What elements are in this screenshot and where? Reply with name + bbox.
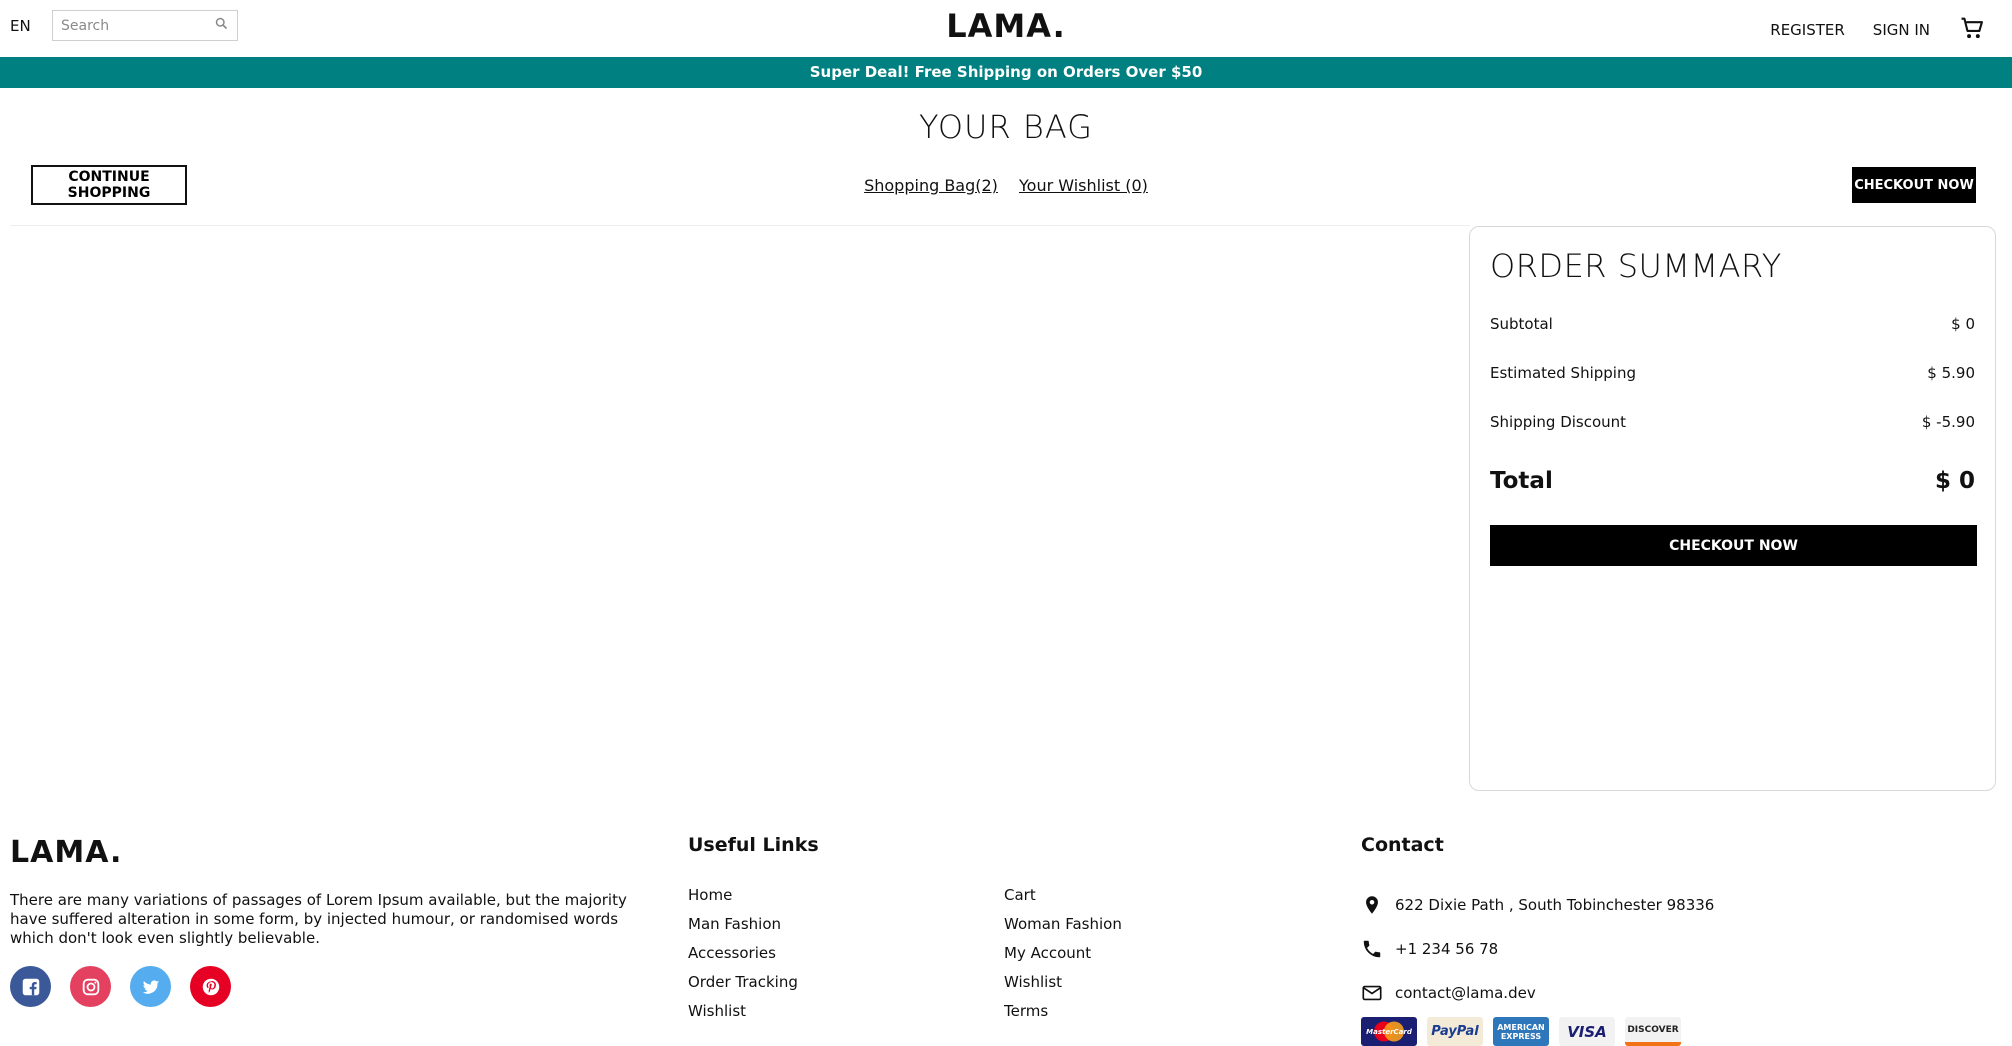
useful-links-title: Useful Links [688,834,819,856]
summary-row-subtotal: Subtotal $ 0 [1490,315,1975,364]
useful-links-right: Cart Woman Fashion My Account Wishlist T… [1004,886,1122,1031]
signin-link[interactable]: SIGN IN [1873,21,1930,39]
social-links [10,966,231,1007]
checkout-now-button[interactable]: CHECKOUT NOW [1490,525,1977,566]
contact-title: Contact [1361,834,1444,856]
footer-link-accessories[interactable]: Accessories [688,944,798,973]
summary-row-total: Total $ 0 [1490,468,1975,525]
announcement-bar: Super Deal! Free Shipping on Orders Over… [0,57,2012,88]
contact-email-text[interactable]: contact@lama.dev [1395,984,1536,1002]
facebook-icon [22,978,39,995]
visa-icon: VISA [1559,1017,1615,1046]
footer-link-order-tracking[interactable]: Order Tracking [688,973,798,1002]
site-logo[interactable]: LAMA. [0,7,2012,45]
summary-row-discount: Shipping Discount $ -5.90 [1490,413,1975,462]
contact-address-text: 622 Dixie Path , South Tobinchester 9833… [1395,896,1715,914]
instagram-button[interactable] [70,966,111,1007]
summary-row-shipping: Estimated Shipping $ 5.90 [1490,364,1975,413]
location-pin-icon [1366,896,1378,914]
contact-email: contact@lama.dev [1361,971,1714,1015]
order-summary-title: ORDER SUMMARY [1490,247,1782,285]
twitter-icon [142,979,159,994]
pinterest-button[interactable] [190,966,231,1007]
summary-value: $ 5.90 [1927,364,1975,382]
bag-links: Shopping Bag(2) Your Wishlist (0) [0,176,2012,195]
footer-link-terms[interactable]: Terms [1004,1002,1122,1031]
footer-link-home[interactable]: Home [688,886,798,915]
total-label: Total [1490,468,1553,494]
paypal-icon: PayPal [1427,1017,1483,1046]
instagram-icon [82,978,99,995]
facebook-button[interactable] [10,966,51,1007]
checkout-now-button-top[interactable]: CHECKOUT NOW [1852,167,1976,203]
footer-link-man-fashion[interactable]: Man Fashion [688,915,798,944]
navbar: EN LAMA. REGISTER SIGN IN [0,0,2012,57]
navbar-right: REGISTER SIGN IN [1770,14,1986,46]
shopping-bag-link[interactable]: Shopping Bag(2) [864,176,998,195]
useful-links-left: Home Man Fashion Accessories Order Track… [688,886,798,1031]
footer-link-my-account[interactable]: My Account [1004,944,1122,973]
mastercard-icon: MasterCard [1361,1017,1417,1046]
contact-phone: +1 234 56 78 [1361,927,1714,971]
order-summary: ORDER SUMMARY Subtotal $ 0 Estimated Shi… [1469,226,1996,791]
discover-icon: DISCOVER [1625,1017,1681,1046]
wishlist-link[interactable]: Your Wishlist (0) [1019,176,1148,195]
footer-link-cart[interactable]: Cart [1004,886,1122,915]
summary-label: Subtotal [1490,315,1553,333]
amex-icon: AMERICAN EXPRESS [1493,1017,1549,1046]
summary-value: $ -5.90 [1921,413,1975,431]
page-title: YOUR BAG [919,108,1093,146]
contact-phone-text: +1 234 56 78 [1395,940,1499,958]
register-link[interactable]: REGISTER [1770,21,1845,39]
summary-label: Shipping Discount [1490,413,1627,431]
footer-link-wishlist-2[interactable]: Wishlist [1004,973,1122,1002]
total-value: $ 0 [1934,468,1975,494]
contact-list: 622 Dixie Path , South Tobinchester 9833… [1361,883,1714,1015]
footer-description: There are many variations of passages of… [10,891,627,947]
footer-link-wishlist[interactable]: Wishlist [688,1002,798,1031]
mail-icon [1362,985,1382,1001]
mastercard-label: MasterCard [1366,1028,1413,1036]
cart-icon[interactable] [1958,14,1986,46]
footer-link-woman-fashion[interactable]: Woman Fashion [1004,915,1122,944]
footer-logo: LAMA. [10,835,123,870]
payment-methods: MasterCard PayPal AMERICAN EXPRESS VISA … [1361,1017,1681,1046]
twitter-button[interactable] [130,966,171,1007]
summary-value: $ 0 [1951,315,1975,333]
pinterest-icon [202,978,219,995]
phone-icon [1363,940,1381,958]
summary-label: Estimated Shipping [1490,364,1636,382]
divider [10,225,1470,226]
contact-address: 622 Dixie Path , South Tobinchester 9833… [1361,883,1714,927]
